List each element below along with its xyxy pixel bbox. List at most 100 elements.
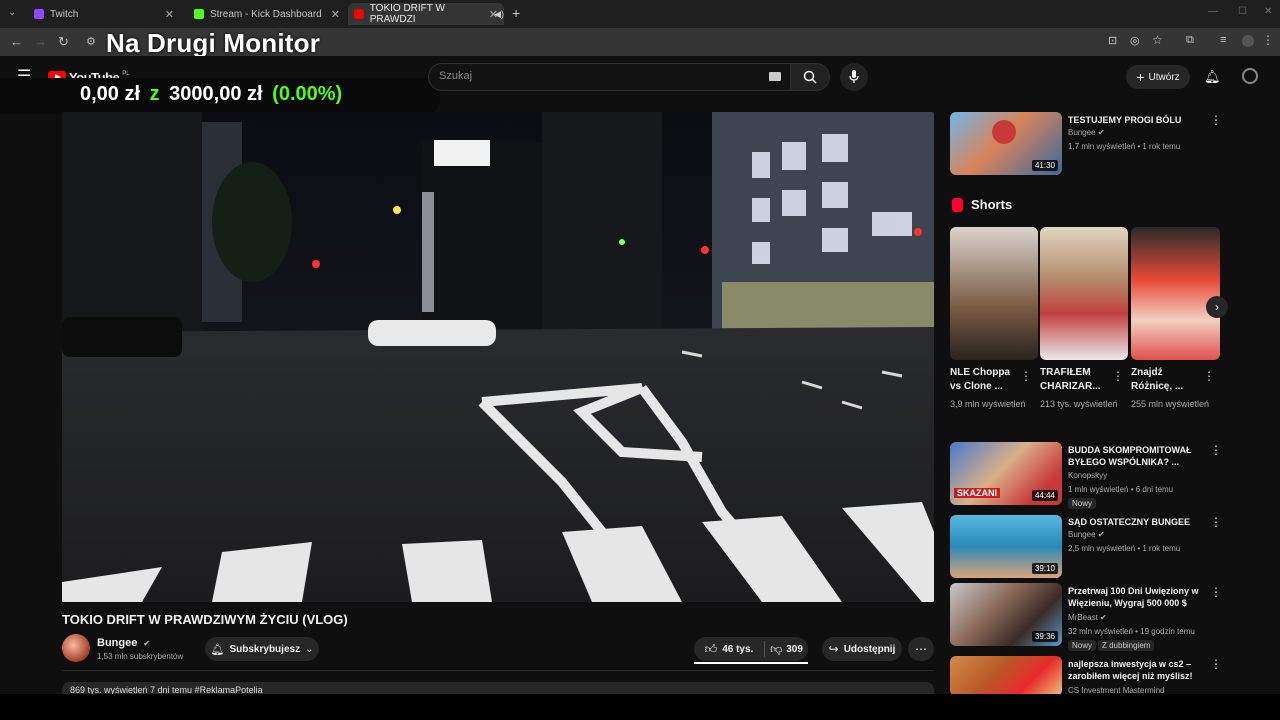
new-tab-icon[interactable]: +: [512, 5, 520, 21]
verified-icon: ✔: [1100, 613, 1107, 622]
short-views: 3,9 mln wyświetleń: [950, 399, 1026, 409]
short-title[interactable]: NLE Choppa vs Clone ...: [950, 366, 1022, 394]
youtube-favicon-icon: [354, 9, 364, 19]
video-duration: 39:10: [1031, 563, 1058, 574]
tab-search-icon[interactable]: ≡: [1220, 34, 1226, 46]
forward-icon[interactable]: →: [34, 34, 47, 49]
donation-goal-counter: 0,00 zł z 3000,00 zł (0.00%): [80, 83, 342, 106]
tab-kick-dashboard[interactable]: Stream - Kick Dashboard ✕: [188, 3, 346, 25]
menu-dots-icon[interactable]: ⋮: [1262, 33, 1274, 47]
more-options-icon[interactable]: ⋮: [1112, 369, 1124, 383]
short-thumbnail[interactable]: [950, 227, 1038, 360]
recommendation-meta: 1,7 mln wyświetleń • 1 rok temu: [1068, 142, 1181, 151]
more-options-icon[interactable]: ⋮: [1203, 369, 1215, 383]
recommendation-title[interactable]: BUDDA SKOMPROMITOWAŁ BYŁEGO WSPÓLNIKA? .…: [1068, 444, 1204, 468]
more-options-icon[interactable]: ⋮: [1210, 113, 1222, 127]
recommendation-title[interactable]: TESTUJEMY PROGI BÓLU: [1068, 114, 1204, 126]
more-options-icon[interactable]: ⋮: [1210, 585, 1222, 599]
tab-label: Twitch: [50, 8, 79, 20]
short-title[interactable]: TRAFIŁEM CHARIZAR...: [1040, 366, 1112, 394]
site-info-icon[interactable]: ⚙: [86, 35, 96, 48]
more-actions-button[interactable]: ⋯: [908, 637, 934, 661]
like-button[interactable]: 👍︎ 46 tys.: [694, 637, 764, 661]
maximize-icon[interactable]: ☐: [1238, 6, 1247, 17]
close-icon[interactable]: ✕: [165, 8, 174, 21]
goal-separator: z: [149, 83, 160, 105]
video-player[interactable]: [62, 112, 934, 602]
overlay-title: Na Drugi Monitor: [106, 28, 321, 58]
recommendation-thumbnail[interactable]: 39:10: [950, 515, 1062, 578]
bookmark-star-icon[interactable]: ☆: [1152, 33, 1163, 47]
recommendation-meta: 32 mln wyświetleń • 19 godzin temu: [1068, 627, 1195, 636]
recommendation-title[interactable]: SĄD OSTATECZNY BUNGEE: [1068, 516, 1204, 528]
share-label: Udostępnij: [843, 643, 896, 655]
verified-icon: ✔: [1097, 128, 1105, 137]
close-icon[interactable]: ✕: [489, 8, 498, 21]
search-input[interactable]: Szukaj: [428, 63, 792, 91]
more-options-icon[interactable]: ⋮: [1210, 515, 1222, 529]
search-placeholder: Szukaj: [439, 70, 473, 82]
dislike-button[interactable]: 👎︎ 309: [765, 637, 808, 661]
recommendation-thumbnail[interactable]: [950, 656, 1062, 696]
install-icon[interactable]: ⊡: [1108, 34, 1117, 47]
more-horizontal-icon: ⋯: [915, 642, 927, 656]
shorts-header: Shorts: [952, 197, 1012, 212]
recommendation-thumbnail[interactable]: 39:36: [950, 583, 1062, 646]
reload-icon[interactable]: ↻: [58, 34, 69, 50]
recommendation-thumbnail[interactable]: SKAZANI 44:44: [950, 442, 1062, 505]
channel-name-text: Bungee: [1068, 530, 1096, 539]
recommendation-meta: 2,5 mln wyświetleń • 1 rok temu: [1068, 544, 1181, 553]
channel-name[interactable]: Bungee ✔: [97, 637, 150, 649]
back-icon[interactable]: ←: [10, 34, 23, 49]
tab-youtube-video[interactable]: TOKIO DRIFT W PRAWDZI ◀) ✕: [348, 3, 504, 25]
new-badge: Nowy: [1068, 640, 1097, 651]
bell-icon: 🔔︎: [210, 643, 225, 656]
short-views: 213 tys. wyświetleń: [1040, 399, 1118, 409]
short-thumbnail[interactable]: [1040, 227, 1128, 360]
dubbing-badge: Z dubbingiem: [1098, 640, 1155, 651]
new-badge: Nowy: [1068, 498, 1097, 509]
subscribed-button[interactable]: 🔔︎ Subskrybujesz ⌄: [205, 637, 319, 661]
plus-icon: +: [1136, 69, 1145, 85]
divider: [62, 670, 934, 671]
channel-name-text: MrBeast: [1068, 613, 1098, 622]
account-avatar[interactable]: [1242, 68, 1258, 84]
more-options-icon[interactable]: ⋮: [1210, 657, 1222, 671]
browser-toolbar-icons: ⊡ ◎ ☆ ⧉ ≡ ⋮: [1108, 33, 1274, 51]
tab-list-icon[interactable]: ⌄: [8, 7, 16, 18]
recommendation-channel[interactable]: Bungee ✔: [1068, 530, 1105, 539]
recommendation-channel[interactable]: Konopskyy: [1068, 471, 1107, 480]
create-label: Utwórz: [1148, 71, 1180, 83]
channel-avatar[interactable]: [62, 634, 90, 662]
browser-tab-bar: ⌄ Twitch ✕ Stream - Kick Dashboard ✕ TOK…: [0, 0, 1280, 28]
kick-favicon-icon: [194, 9, 204, 19]
subscribed-label: Subskrybujesz: [229, 643, 301, 655]
short-title[interactable]: Znajdź Różnicę, ...: [1131, 366, 1203, 394]
thumbnail-caption: SKAZANI: [954, 488, 1000, 498]
window-close-icon[interactable]: ✕: [1264, 6, 1272, 17]
more-options-icon[interactable]: ⋮: [1020, 369, 1032, 383]
share-button[interactable]: ↪ Udostępnij: [822, 637, 902, 661]
verified-icon: ✔: [1097, 530, 1105, 539]
recommendation-channel[interactable]: Bungee ✔: [1068, 128, 1105, 137]
like-dislike-group: 👍︎ 46 tys. 👎︎ 309: [694, 637, 808, 661]
notifications-bell-icon[interactable]: 🔔︎: [1204, 69, 1221, 85]
close-icon[interactable]: ✕: [331, 8, 340, 21]
create-button[interactable]: + Utwórz: [1126, 65, 1190, 89]
recommendation-thumbnail[interactable]: 41:30: [950, 112, 1062, 175]
profile-avatar[interactable]: [1242, 35, 1254, 47]
recommendation-title[interactable]: Przetrwaj 100 Dni Uwięziony w Więzieniu,…: [1068, 585, 1204, 609]
short-views: 255 mln wyświetleń: [1131, 399, 1210, 409]
search-button[interactable]: [790, 63, 830, 91]
more-options-icon[interactable]: ⋮: [1210, 443, 1222, 457]
eye-off-icon[interactable]: ◎: [1130, 34, 1140, 47]
recommendation-title[interactable]: najlepsza inwestycja w cs2 – zarobiłem w…: [1068, 658, 1204, 682]
extensions-icon[interactable]: ⧉: [1186, 34, 1194, 47]
tab-twitch[interactable]: Twitch ✕: [28, 3, 180, 25]
chevron-right-icon[interactable]: ›: [1206, 296, 1228, 318]
voice-search-button[interactable]: [840, 63, 868, 91]
keyboard-icon[interactable]: [769, 72, 781, 81]
short-thumbnail[interactable]: [1131, 227, 1220, 360]
minimize-icon[interactable]: —: [1208, 6, 1218, 17]
recommendation-channel[interactable]: MrBeast ✔: [1068, 613, 1107, 622]
